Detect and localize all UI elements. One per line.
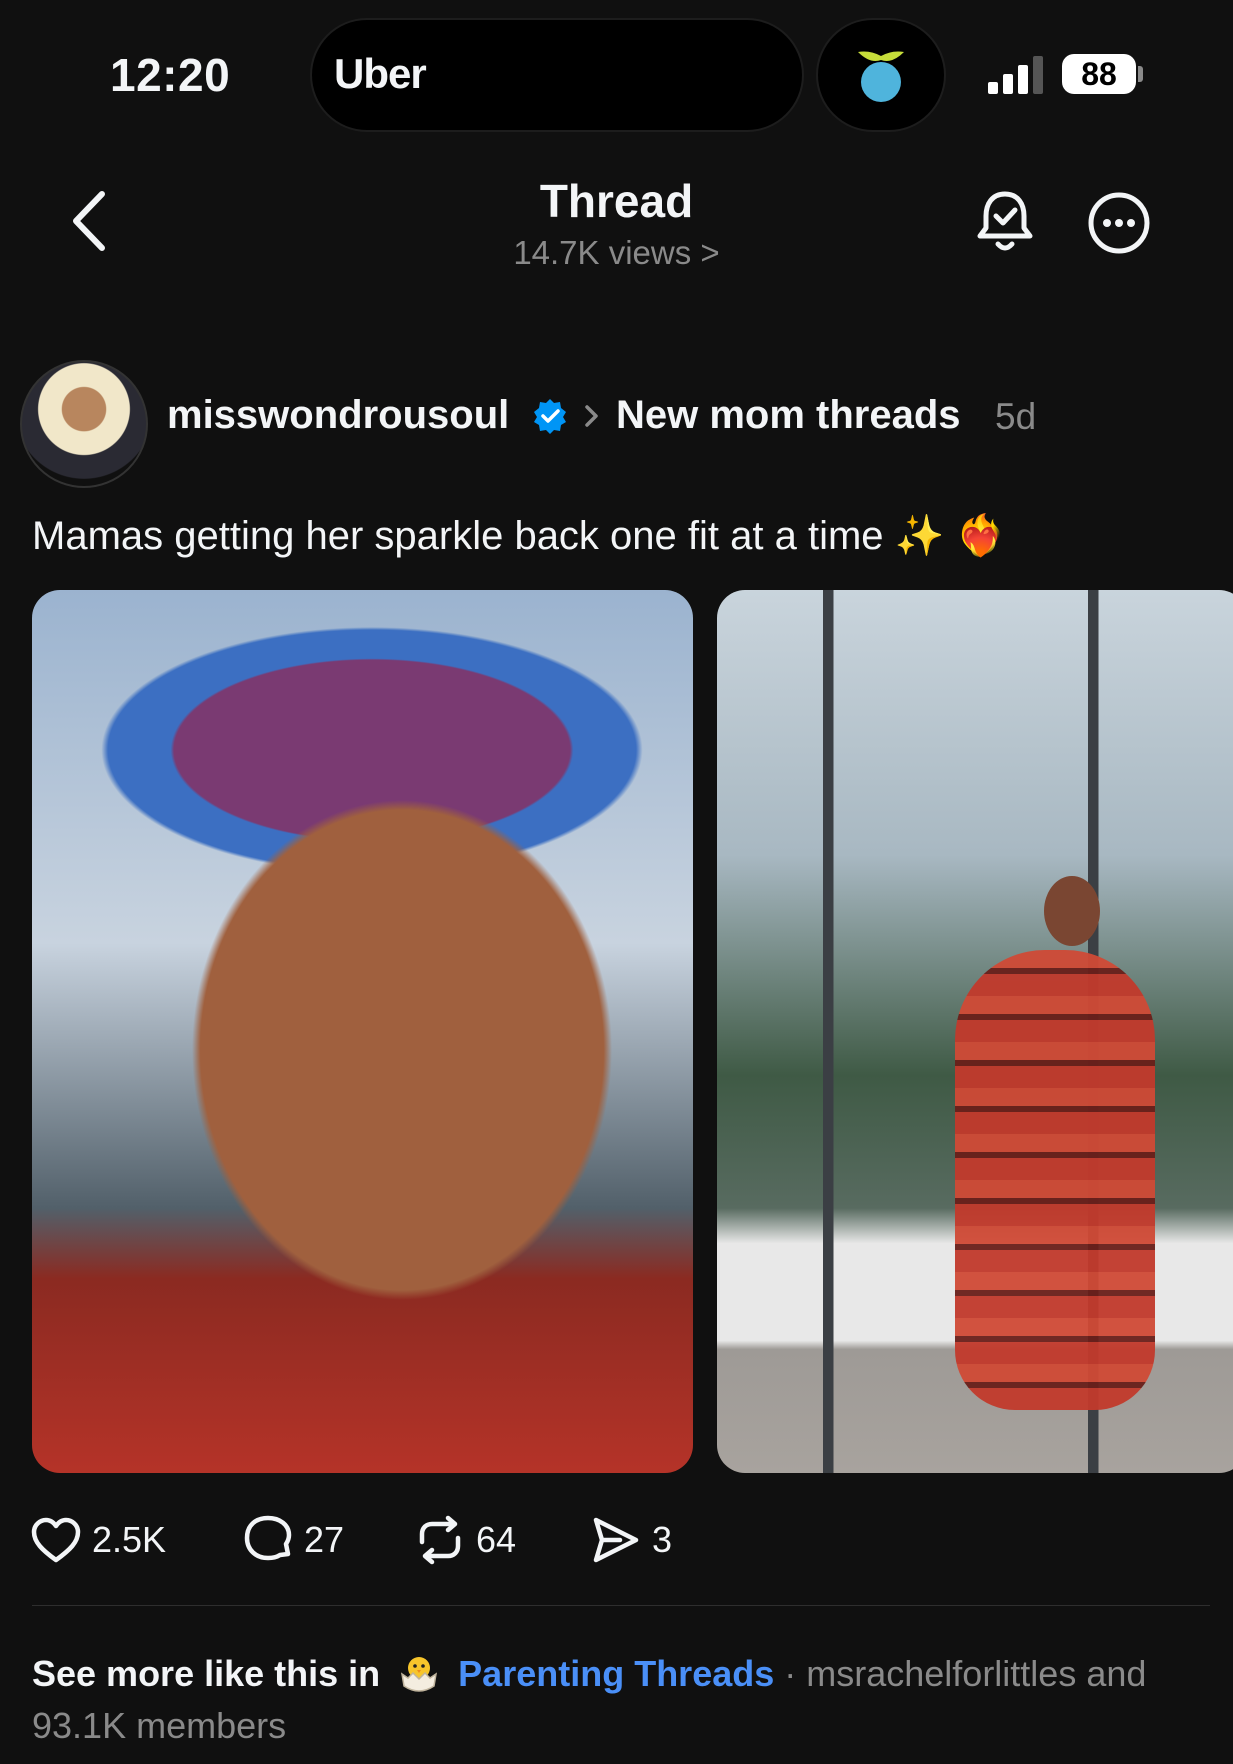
like-button[interactable]: 2.5K: [30, 1510, 166, 1570]
repost-count: 64: [476, 1519, 517, 1560]
divider: [32, 1605, 1210, 1606]
repost-icon: [419, 1515, 461, 1565]
battery-nub: [1138, 66, 1143, 82]
post-username[interactable]: misswondrousoul: [167, 393, 509, 438]
more-options-icon: [1088, 192, 1150, 254]
send-icon: [593, 1517, 639, 1563]
chevron-right-icon: [582, 403, 602, 429]
avatar[interactable]: [20, 360, 148, 488]
reply-count: 27: [304, 1519, 345, 1560]
battery-icon: 88: [1062, 54, 1136, 94]
repost-button[interactable]: 64: [414, 1510, 516, 1570]
suggestion-lead: See more like this in: [32, 1653, 381, 1694]
reply-bubble-icon: [244, 1515, 292, 1561]
verified-badge-icon: [531, 397, 569, 435]
notification-button[interactable]: [972, 186, 1038, 256]
post-age: 5d: [995, 396, 1037, 437]
image-2-figure-head: [1044, 876, 1100, 946]
image-2-figure-outfit: [955, 950, 1155, 1410]
like-count: 2.5K: [92, 1519, 167, 1560]
community-link[interactable]: New mom threads: [616, 393, 961, 438]
post-image-1[interactable]: [32, 590, 693, 1473]
notification-bell-icon: [977, 191, 1033, 251]
reply-button[interactable]: 27: [242, 1510, 344, 1570]
app-logo-icon: [858, 51, 904, 102]
suggested-community-link[interactable]: Parenting Threads: [458, 1653, 774, 1694]
community-suggestion: See more like this in Parenting Threads …: [32, 1648, 1212, 1752]
page-title: Thread: [539, 175, 694, 227]
share-count: 3: [652, 1519, 673, 1560]
post-text: Mamas getting her sparkle back one fit a…: [32, 514, 1006, 558]
views-count-link[interactable]: 14.7K views >: [0, 234, 1233, 272]
live-activity-label: Uber: [334, 50, 427, 97]
hatching-chick-icon: [401, 1657, 438, 1692]
share-button[interactable]: 3: [590, 1510, 672, 1570]
status-time: 12:20: [110, 49, 231, 101]
live-activity-bubble[interactable]: [818, 20, 944, 130]
signal-icon: [988, 54, 1048, 94]
heart-icon: [31, 1517, 81, 1563]
more-options-button[interactable]: [1086, 190, 1152, 256]
